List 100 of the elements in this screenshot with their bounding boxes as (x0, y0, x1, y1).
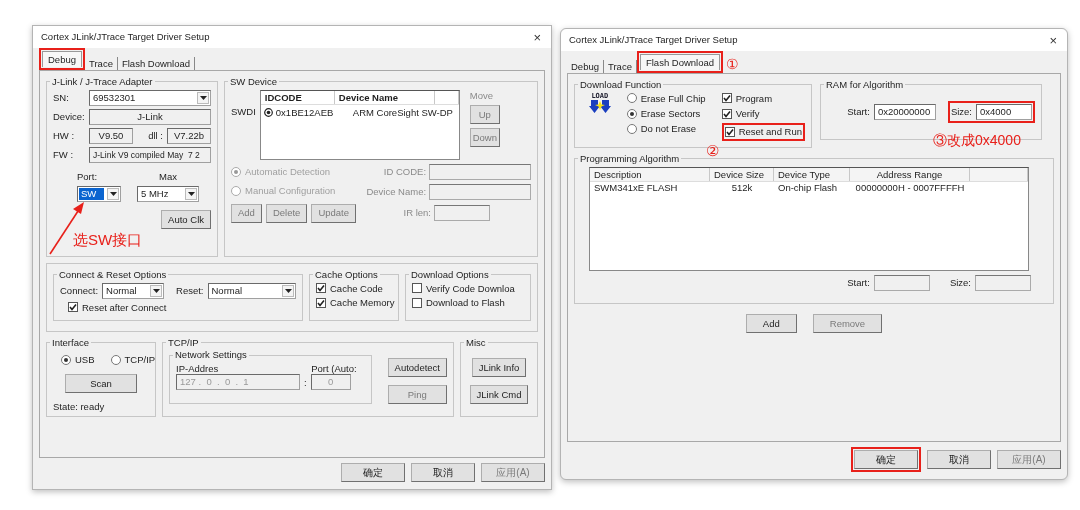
text-field[interactable] (429, 163, 531, 180)
download-arrows-icon (588, 99, 611, 114)
firmware-field[interactable]: J-Link V9 compiled May 7 2 (89, 146, 211, 163)
checkbox[interactable] (412, 283, 422, 294)
group-title: Download Function (579, 80, 663, 90)
connect-dropdown[interactable]: Normal (102, 282, 165, 299)
cancel-button[interactable]: 取消 (411, 463, 475, 482)
field-label: FW : (53, 148, 75, 161)
radio-button[interactable] (61, 355, 71, 366)
checkbox-label: Verify (735, 107, 760, 120)
group-title: RAM for Algorithm (825, 80, 905, 90)
clock-dropdown[interactable]: 5 MHz (137, 185, 199, 202)
hardware-field[interactable]: V9.50 (89, 127, 133, 144)
field-label: HW : (53, 129, 76, 142)
radio-label: TCP/IP (124, 354, 156, 366)
device-field[interactable]: J-Link (89, 108, 211, 125)
table-cell-text: On-chip Flash (777, 181, 839, 194)
checkbox[interactable] (721, 93, 732, 104)
text-field[interactable] (429, 183, 531, 200)
cancel-button[interactable]: 取消 (927, 450, 991, 469)
checkbox-label: Verify Code Downloa (426, 282, 515, 294)
radio-label: Manual Configuration (245, 184, 336, 197)
table-cell-text: 00000000H - 0007FFFFH (854, 181, 966, 194)
autodetect-button[interactable]: Autodetect (387, 358, 447, 378)
text-field[interactable] (873, 274, 930, 291)
port-dropdown[interactable]: SW (77, 185, 121, 202)
checkbox[interactable] (724, 126, 735, 137)
auto-clock-button[interactable]: Auto Clk (161, 209, 211, 229)
group-title: SW Device (229, 77, 278, 87)
radio-button[interactable] (626, 108, 637, 119)
field-label: SWDI (231, 105, 256, 117)
field-label: Port: (77, 170, 99, 182)
group-title: Connect & Reset Options (58, 270, 168, 280)
radio-label: USB (75, 354, 95, 366)
group-title: TCP/IP (167, 337, 200, 348)
ok-button[interactable]: 确定 (854, 450, 918, 469)
radio-button[interactable] (626, 93, 637, 104)
annotation-text: 选SW接口 (73, 232, 143, 247)
command-button[interactable]: JLink Cmd (469, 385, 529, 405)
checkbox-label: Cache Memory (330, 296, 395, 309)
radio-button[interactable] (110, 355, 121, 366)
scan-button[interactable]: Scan (65, 373, 137, 393)
add-button[interactable]: Add (745, 314, 797, 333)
checkbox[interactable] (316, 283, 326, 294)
info-button[interactable]: JLink Info (471, 358, 527, 378)
radio-label: Do not Erase (640, 123, 697, 135)
ok-button[interactable]: 确定 (341, 463, 405, 482)
step-marker: ② (706, 143, 719, 158)
caret-icon (284, 288, 292, 293)
checkbox-label: Reset after Connect (82, 301, 167, 313)
checkbox-label: Cache Code (330, 282, 383, 294)
annotation-arrow (47, 200, 87, 256)
field-label: Max (159, 170, 177, 182)
field-label: ID CODE: (382, 165, 427, 178)
window-title: Cortex JLink/JTrace Target Driver Setup (41, 31, 210, 43)
window-title: Cortex JLink/JTrace Target Driver Setup (569, 34, 738, 46)
checkbox[interactable] (316, 297, 326, 308)
dll-field[interactable]: V7.22b (167, 127, 211, 144)
checkbox[interactable] (721, 108, 732, 119)
field-label: : (304, 376, 307, 388)
field-label: Reset: (176, 284, 204, 297)
radio-button[interactable] (626, 123, 637, 134)
step-marker: ① (726, 56, 740, 71)
tab[interactable]: Debug (42, 50, 82, 67)
size-field[interactable]: 0x4000 (976, 103, 1032, 120)
annotation-text: ③改成0x4000 (933, 133, 1021, 147)
table-cell: ARM CoreSight SW-DP (352, 106, 453, 119)
field-label: Start: (847, 276, 870, 289)
checkbox-label: Reset and Run (738, 126, 802, 138)
serial-dropdown[interactable]: 69532301 (89, 89, 211, 106)
text-field[interactable] (434, 205, 490, 221)
caret-icon (152, 288, 160, 293)
radio-label: Automatic Detection (245, 166, 330, 178)
checkbox[interactable] (68, 302, 78, 313)
radio-label: Erase Full Chip (640, 92, 706, 104)
checkbox-label: Download to Flash (426, 296, 505, 309)
caret-icon (199, 95, 207, 100)
column-header: Description (590, 167, 710, 181)
checkbox[interactable] (412, 297, 422, 308)
table-cell-text: 0x1BE12AEB (275, 106, 335, 119)
caret-icon (109, 191, 117, 196)
column-header: Device Size (710, 167, 774, 181)
text-field[interactable] (975, 274, 1031, 291)
close-button[interactable]: × (1047, 33, 1059, 47)
start-field[interactable]: 0x20000000 (873, 103, 936, 120)
column-header: Device Type (774, 167, 850, 181)
group-title: Programming Algorithm (579, 154, 681, 164)
radio-button[interactable] (263, 108, 273, 118)
field-label: Start: (847, 105, 870, 118)
move-label: Move (469, 89, 494, 101)
field-label: IR len: (402, 207, 431, 219)
group-title: Cache Options (314, 270, 379, 280)
reset-dropdown[interactable]: Normal (207, 282, 296, 299)
field-label: Device Name: (365, 185, 427, 198)
close-button[interactable]: × (531, 30, 543, 44)
tab[interactable]: Flash Download (639, 53, 721, 70)
group-title: Interface (51, 337, 90, 348)
group-title: J-Link / J-Trace Adapter (51, 77, 154, 87)
status-text: State: ready (53, 400, 106, 413)
table-cell-text: 512k (730, 181, 754, 194)
